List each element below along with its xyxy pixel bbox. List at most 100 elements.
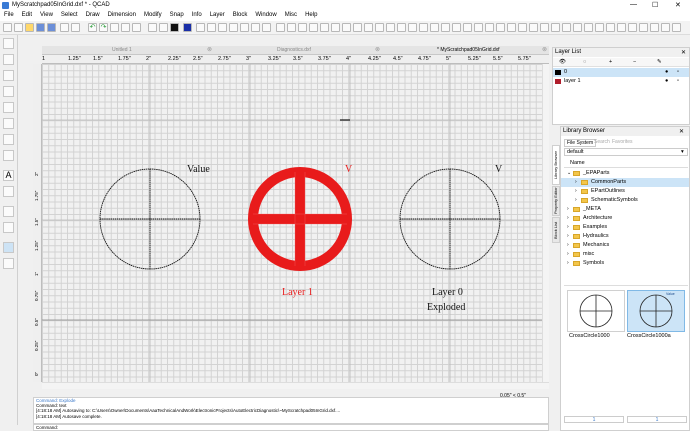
menu-window[interactable]: Window	[251, 11, 280, 18]
close-icon[interactable]: ✕	[681, 49, 686, 56]
tree-item[interactable]: › SchematicSymbols	[561, 196, 689, 205]
tab-untitled[interactable]: Unitled 1	[112, 47, 132, 55]
menu-file[interactable]: File	[0, 11, 18, 18]
snap-polar-icon[interactable]	[408, 23, 417, 32]
move-icon[interactable]	[148, 23, 157, 32]
tree-item[interactable]: › Hydraulics	[561, 232, 689, 241]
about-icon[interactable]	[672, 23, 681, 32]
new-file-icon[interactable]	[3, 23, 12, 32]
menu-info[interactable]: Info	[188, 11, 206, 18]
close-icon[interactable]: ⊗	[207, 46, 212, 53]
zoom-window-icon[interactable]	[251, 23, 260, 32]
menu-misc[interactable]: Misc	[281, 11, 301, 18]
tab-scratchpad[interactable]: * MyScratchpad05InGrid.dxf	[437, 47, 500, 55]
cube-icon[interactable]	[3, 258, 14, 269]
color-icon[interactable]	[170, 23, 179, 32]
close-icon[interactable]: ✕	[679, 128, 684, 135]
tab-diagnostics[interactable]: Diagnostics.dxf	[277, 47, 311, 55]
minimize-icon[interactable]: —	[630, 1, 637, 8]
cut-icon[interactable]	[110, 23, 119, 32]
circle-icon[interactable]	[3, 86, 14, 97]
snap-midpoint-icon[interactable]	[309, 23, 318, 32]
tree-item[interactable]: › misc	[561, 250, 689, 259]
block-panel-icon[interactable]	[562, 23, 571, 32]
menu-block[interactable]: Block	[229, 11, 252, 18]
vertical-scrollbar[interactable]	[542, 64, 549, 382]
cad-toolbar-icon[interactable]	[650, 23, 659, 32]
maximize-icon[interactable]: ☐	[652, 1, 658, 9]
tree-item[interactable]: › EPartOutlines	[561, 187, 689, 196]
menu-view[interactable]: View	[36, 11, 57, 18]
open-folder-icon[interactable]	[25, 23, 34, 32]
lock-icon[interactable]: ▫	[677, 69, 679, 75]
line-icon[interactable]	[3, 54, 14, 65]
hatch-icon[interactable]	[3, 186, 14, 197]
restrict-horizontal-icon[interactable]	[430, 23, 439, 32]
print-icon[interactable]	[60, 23, 69, 32]
info-angle-icon[interactable]	[507, 23, 516, 32]
info-area-icon[interactable]	[518, 23, 527, 32]
fullscreen-icon[interactable]	[540, 23, 549, 32]
snap-coordinate-icon[interactable]	[397, 23, 406, 32]
tree-item[interactable]: › _META	[561, 205, 689, 214]
snap-free-icon[interactable]	[276, 23, 285, 32]
restrict-vertical-icon[interactable]	[441, 23, 450, 32]
paste-icon[interactable]	[132, 23, 141, 32]
close-icon[interactable]: ✕	[675, 1, 681, 9]
tab-file-system[interactable]: File System	[564, 139, 597, 147]
drawing-canvas[interactable]: Value V V Layer 1 Layer 0 Exploded	[42, 64, 542, 382]
copy-icon[interactable]	[121, 23, 130, 32]
tree-item[interactable]: ⌄ _EPAParts	[561, 169, 689, 178]
layer-row-0[interactable]: 0 ● ▫	[553, 68, 689, 77]
redo-icon[interactable]: ↷	[99, 23, 108, 32]
add-layer-icon[interactable]: +	[609, 59, 612, 65]
tree-item[interactable]: › Mechanics	[561, 241, 689, 250]
page-button-left[interactable]: 1	[564, 416, 624, 423]
snap-reference-icon[interactable]	[342, 23, 351, 32]
ellipse-icon[interactable]	[3, 102, 14, 113]
show-all-icon[interactable]: 👁	[559, 59, 566, 65]
layer-panel-icon[interactable]	[551, 23, 560, 32]
snap-perpendicular-icon[interactable]	[353, 23, 362, 32]
text-icon[interactable]: A	[3, 170, 14, 181]
tool-matrix-icon[interactable]	[606, 23, 615, 32]
pan-icon[interactable]	[262, 23, 271, 32]
snap-endpoint-icon[interactable]	[298, 23, 307, 32]
linetype-icon[interactable]	[196, 23, 205, 32]
menu-help[interactable]: Help	[301, 11, 321, 18]
set-relative-zero-icon[interactable]	[463, 23, 472, 32]
arc-icon[interactable]	[3, 70, 14, 81]
tab-property-editor[interactable]: Property Editor	[552, 186, 560, 216]
lock-icon[interactable]: ▫	[677, 78, 679, 84]
pen-toolbar-icon[interactable]	[617, 23, 626, 32]
save-icon[interactable]	[36, 23, 45, 32]
snap-distance-icon[interactable]	[386, 23, 395, 32]
dimension-icon[interactable]	[3, 206, 14, 217]
hide-all-icon[interactable]: ◌	[583, 59, 586, 65]
menu-dimension[interactable]: Dimension	[104, 11, 140, 18]
print-preview-icon[interactable]	[71, 23, 80, 32]
snap-tangential-icon[interactable]	[364, 23, 373, 32]
tab-search[interactable]: Search	[594, 139, 610, 145]
layer-color-icon[interactable]	[183, 23, 192, 32]
library-item-crosscircle1000[interactable]	[567, 290, 625, 332]
options-toolbar-icon[interactable]	[639, 23, 648, 32]
eye-icon[interactable]: ●	[665, 69, 668, 75]
remove-layer-icon[interactable]: −	[633, 59, 636, 65]
menu-snap[interactable]: Snap	[166, 11, 188, 18]
edit-layer-icon[interactable]: ✎	[657, 59, 662, 65]
save-as-icon[interactable]	[47, 23, 56, 32]
close-icon[interactable]: ⊗	[542, 46, 547, 53]
library-item-crosscircle1000a[interactable]: Value	[627, 290, 685, 332]
zoom-out-icon[interactable]	[218, 23, 227, 32]
restrict-orthogonal-icon[interactable]	[419, 23, 428, 32]
menu-modify[interactable]: Modify	[140, 11, 166, 18]
select-icon[interactable]	[3, 38, 14, 49]
draft-mode-icon[interactable]	[529, 23, 538, 32]
tab-library-browser[interactable]: Library Browser	[552, 145, 560, 185]
shape-icon[interactable]	[3, 150, 14, 161]
source-select[interactable]: default ▾	[564, 148, 688, 156]
tree-item[interactable]: › Symbols	[561, 259, 689, 268]
block-icon[interactable]	[3, 242, 14, 253]
polyline-icon[interactable]	[3, 134, 14, 145]
